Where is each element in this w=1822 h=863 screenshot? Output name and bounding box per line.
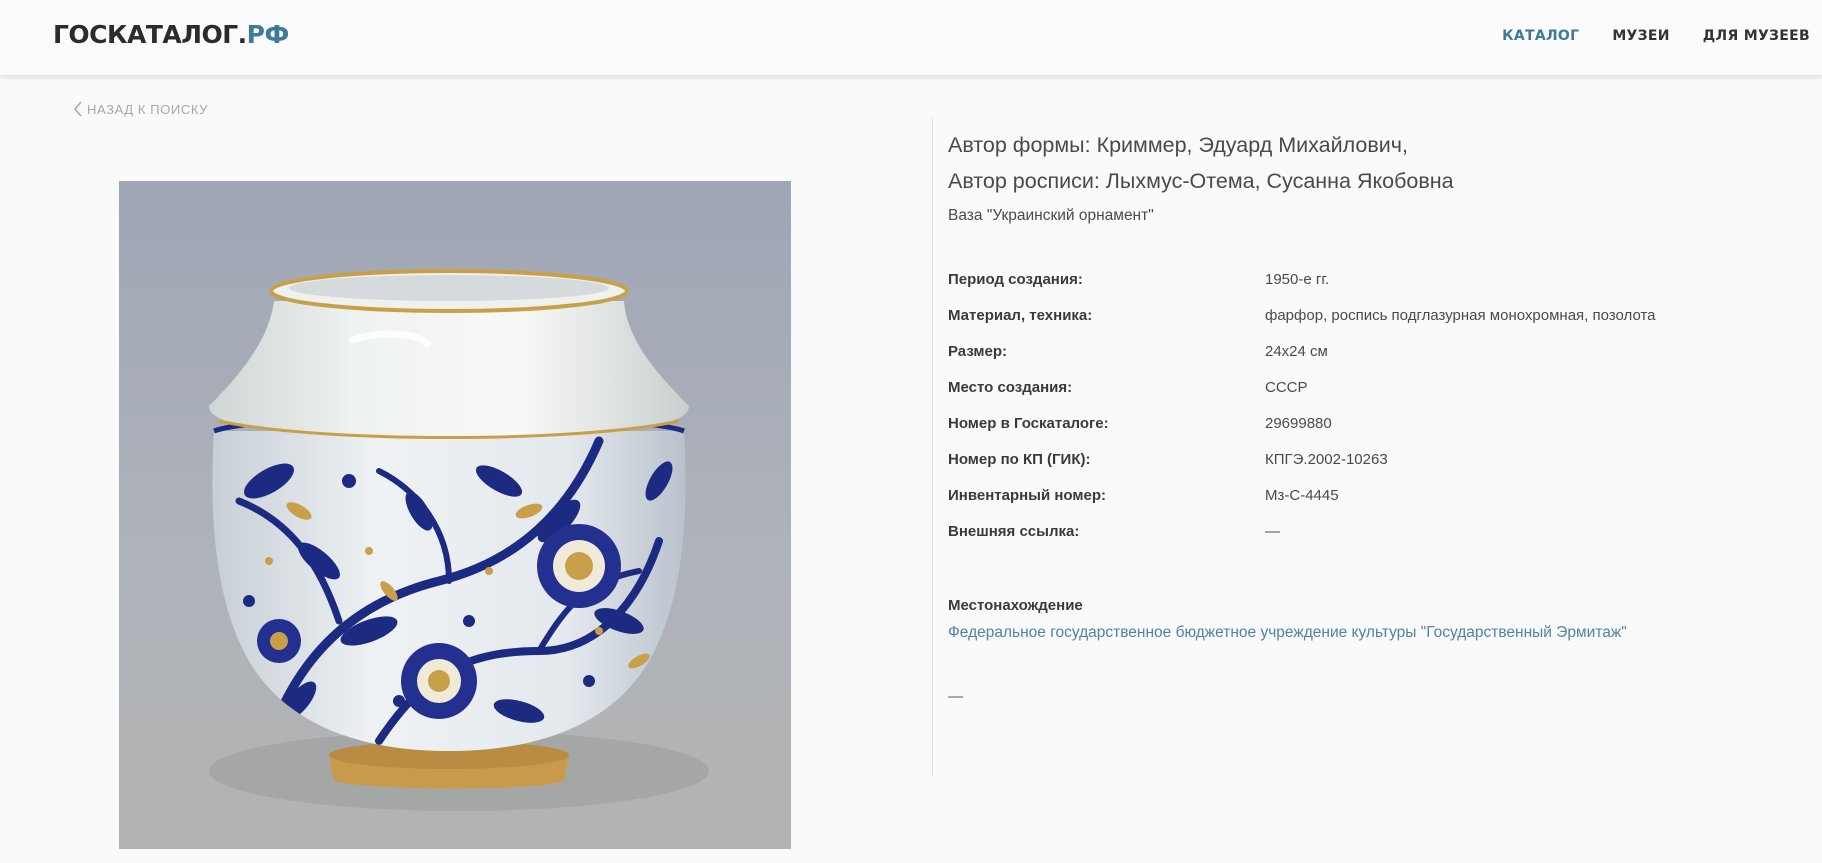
attr-row-goskatalog-number: Номер в Госкаталоге: 29699880	[948, 415, 1808, 451]
attr-value: 1950-е гг.	[1265, 271, 1330, 288]
back-to-search-link[interactable]: НАЗАД К ПОИСКУ	[72, 100, 208, 118]
logo-suffix: РФ	[246, 20, 290, 49]
attr-value: СССР	[1265, 379, 1308, 396]
attr-row-kp-number: Номер по КП (ГИК): КПГЭ.2002-10263	[948, 451, 1808, 487]
back-link-label: НАЗАД К ПОИСКУ	[87, 101, 209, 117]
attr-value: КПГЭ.2002-10263	[1265, 451, 1388, 468]
attr-label: Материал, техника:	[948, 307, 1093, 324]
attr-row-place: Место создания: СССР	[948, 379, 1808, 415]
attr-label: Инвентарный номер:	[948, 487, 1106, 504]
attr-label: Номер в Госкаталоге:	[948, 415, 1109, 432]
attr-label: Размер:	[948, 343, 1008, 360]
chevron-left-icon	[74, 101, 82, 117]
logo-text: ГОСКАТАЛОГ.	[53, 20, 247, 49]
attr-row-size: Размер: 24x24 см	[948, 343, 1808, 379]
nav-catalog[interactable]: КАТАЛОГ	[1502, 28, 1579, 44]
object-photo[interactable]	[119, 181, 791, 849]
column-divider	[932, 117, 933, 777]
attr-row-period: Период создания: 1950-е гг.	[948, 271, 1808, 307]
nav-museums[interactable]: МУЗЕИ	[1612, 28, 1669, 44]
site-logo[interactable]: ГОСКАТАЛОГ.РФ	[53, 20, 289, 49]
museum-link[interactable]: Федеральное государственное бюджетное уч…	[948, 624, 1627, 642]
attr-row-external-link: Внешняя ссылка: —	[948, 523, 1808, 559]
object-title: Ваза "Украинский орнамент"	[948, 207, 1154, 224]
main-nav: КАТАЛОГ МУЗЕИ ДЛЯ МУЗЕЕВ	[1502, 28, 1810, 44]
attr-label: Место создания:	[948, 379, 1073, 396]
attr-row-inventory-number: Инвентарный номер: Мз-С-4445	[948, 487, 1808, 523]
attr-label: Период создания:	[948, 271, 1083, 288]
attr-label: Номер по КП (ГИК):	[948, 451, 1091, 468]
attr-value: 24x24 см	[1265, 343, 1328, 360]
site-header: ГОСКАТАЛОГ.РФ КАТАЛОГ МУЗЕИ ДЛЯ МУЗЕЕВ	[0, 0, 1822, 76]
footer-dash: —	[948, 688, 963, 705]
attr-label: Внешняя ссылка:	[948, 523, 1080, 540]
attr-value: Мз-С-4445	[1265, 487, 1339, 504]
attr-value: —	[1265, 523, 1280, 540]
location-heading: Местонахождение	[948, 597, 1083, 614]
attr-value: фарфор, роспись подглазурная монохромная…	[1265, 307, 1656, 324]
attr-value: 29699880	[1265, 415, 1332, 432]
painting-author: Автор росписи: Лыхмус-Отема, Сусанна Яко…	[948, 169, 1454, 193]
attr-row-material: Материал, техника: фарфор, роспись подгл…	[948, 307, 1808, 343]
attributes-table: Период создания: 1950-е гг. Материал, те…	[948, 271, 1808, 559]
nav-for-museums[interactable]: ДЛЯ МУЗЕЕВ	[1703, 28, 1810, 44]
form-author: Автор формы: Криммер, Эдуард Михайлович,	[948, 133, 1408, 157]
